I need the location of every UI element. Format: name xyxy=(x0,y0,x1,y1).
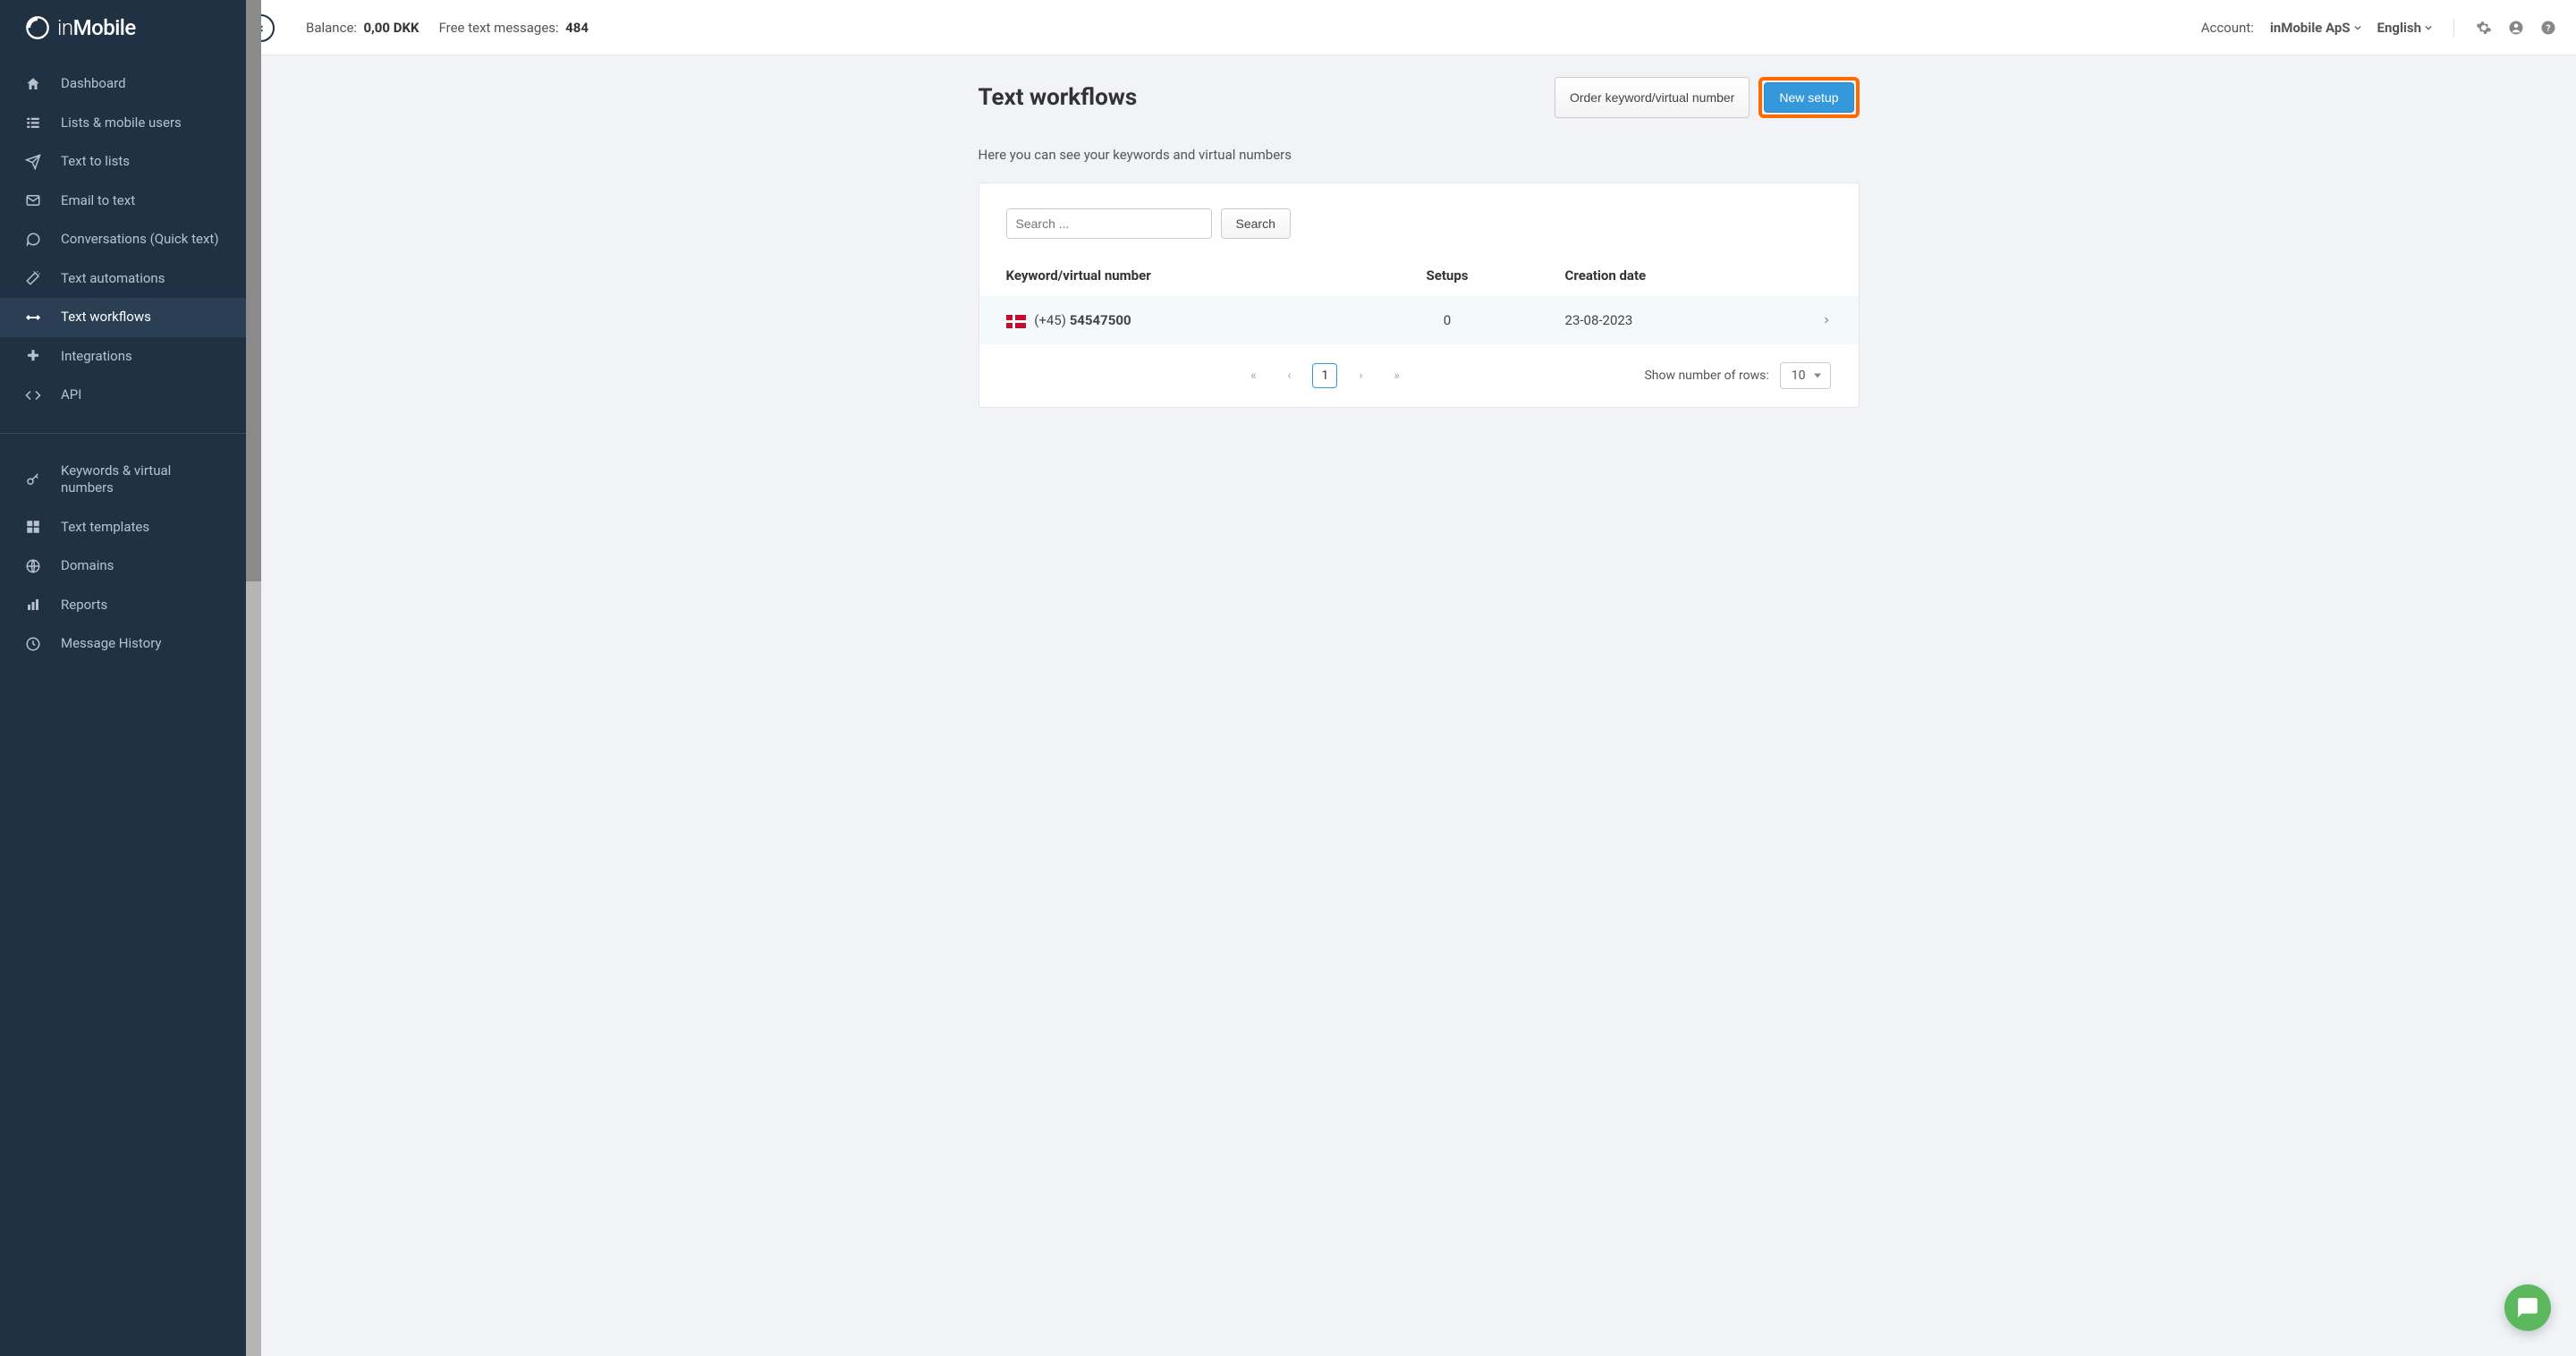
row-creation: 23-08-2023 xyxy=(1538,296,1794,344)
free-messages-label: Free text messages: 484 xyxy=(439,20,589,36)
search-button[interactable]: Search xyxy=(1221,208,1291,239)
pager-prev[interactable]: ‹ xyxy=(1276,363,1301,388)
svg-text:?: ? xyxy=(2546,21,2550,33)
sidebar-item-templates[interactable]: Text templates xyxy=(0,508,246,547)
table-row[interactable]: (+45) 54547500 0 23-08-2023 xyxy=(979,296,1859,344)
help-icon: ? xyxy=(2540,20,2556,36)
home-icon xyxy=(25,76,41,92)
flag-dk-icon xyxy=(1006,315,1026,328)
arrows-icon xyxy=(25,309,41,326)
sidebar-item-api[interactable]: API xyxy=(0,376,246,415)
col-keyword: Keyword/virtual number xyxy=(979,255,1357,296)
sidebar-item-text-automations[interactable]: Text automations xyxy=(0,259,246,299)
chevron-right-icon xyxy=(1821,315,1832,326)
brand-icon xyxy=(25,15,50,40)
row-setups: 0 xyxy=(1356,296,1538,344)
sidebar-item-keywords[interactable]: Keywords & virtual numbers xyxy=(0,452,246,508)
sidebar-item-message-history[interactable]: Message History xyxy=(0,624,246,664)
settings-button[interactable] xyxy=(2476,20,2492,36)
key-icon xyxy=(25,471,41,487)
language-dropdown[interactable]: English xyxy=(2377,20,2432,36)
bar-chart-icon xyxy=(25,597,41,613)
account-dropdown[interactable]: inMobile ApS xyxy=(2270,20,2361,36)
account-label: Account: xyxy=(2201,20,2254,36)
balance-label: Balance: 0,00 DKK xyxy=(306,20,419,36)
page-subtitle: Here you can see your keywords and virtu… xyxy=(979,147,1860,163)
sidebar-collapse-button[interactable] xyxy=(261,14,275,42)
send-icon xyxy=(25,154,41,170)
mail-icon xyxy=(25,192,41,208)
help-button[interactable]: ? xyxy=(2540,20,2556,36)
list-icon xyxy=(25,114,41,131)
grid-icon xyxy=(25,519,41,535)
row-prefix: (+45) xyxy=(1034,312,1066,328)
pager-first[interactable]: « xyxy=(1241,363,1266,388)
highlight-annotation: New setup xyxy=(1758,77,1859,118)
topbar: Balance: 0,00 DKK Free text messages: 48… xyxy=(261,0,2576,55)
code-icon xyxy=(25,387,41,403)
caret-down-icon xyxy=(2425,24,2432,31)
sidebar-scrollbar[interactable] xyxy=(246,0,261,1356)
chat-launcher[interactable] xyxy=(2504,1284,2551,1331)
keywords-panel: Search Keyword/virtual number Setups Cre… xyxy=(979,182,1860,408)
search-input[interactable] xyxy=(1006,208,1212,239)
sidebar-item-text-workflows[interactable]: Text workflows xyxy=(0,298,246,337)
rows-label: Show number of rows: xyxy=(1644,369,1768,383)
order-keyword-button[interactable]: Order keyword/virtual number xyxy=(1555,77,1750,118)
brand-logo[interactable]: inMobile xyxy=(0,0,246,55)
row-number: 54547500 xyxy=(1070,312,1131,328)
chevron-left-icon xyxy=(261,23,267,34)
profile-button[interactable] xyxy=(2508,20,2524,36)
new-setup-button[interactable]: New setup xyxy=(1764,82,1853,113)
puzzle-icon xyxy=(25,348,41,364)
chat-bubble-icon xyxy=(2516,1296,2539,1319)
sidebar-item-email-to-text[interactable]: Email to text xyxy=(0,182,246,221)
page-title: Text workflows xyxy=(979,84,1138,111)
clock-icon xyxy=(25,636,41,652)
user-icon xyxy=(2508,20,2524,36)
wand-icon xyxy=(25,270,41,286)
sidebar-item-dashboard[interactable]: Dashboard xyxy=(0,64,246,104)
sidebar-item-lists[interactable]: Lists & mobile users xyxy=(0,104,246,143)
chat-icon xyxy=(25,232,41,248)
pager-page-1[interactable]: 1 xyxy=(1312,363,1337,388)
col-creation: Creation date xyxy=(1538,255,1794,296)
sidebar-item-integrations[interactable]: Integrations xyxy=(0,337,246,377)
caret-down-icon xyxy=(2354,24,2361,31)
sidebar-divider xyxy=(0,433,246,434)
sidebar-item-conversations[interactable]: Conversations (Quick text) xyxy=(0,220,246,259)
pager-next[interactable]: › xyxy=(1348,363,1373,388)
pager-last[interactable]: » xyxy=(1384,363,1409,388)
sidebar-item-domains[interactable]: Domains xyxy=(0,547,246,586)
globe-icon xyxy=(25,558,41,574)
sidebar: inMobile Dashboard Lists & mobile users … xyxy=(0,0,246,1356)
col-setups: Setups xyxy=(1356,255,1538,296)
rows-select[interactable]: 10 xyxy=(1780,362,1832,389)
sidebar-item-text-to-lists[interactable]: Text to lists xyxy=(0,142,246,182)
gear-icon xyxy=(2476,20,2492,36)
sidebar-item-reports[interactable]: Reports xyxy=(0,586,246,625)
